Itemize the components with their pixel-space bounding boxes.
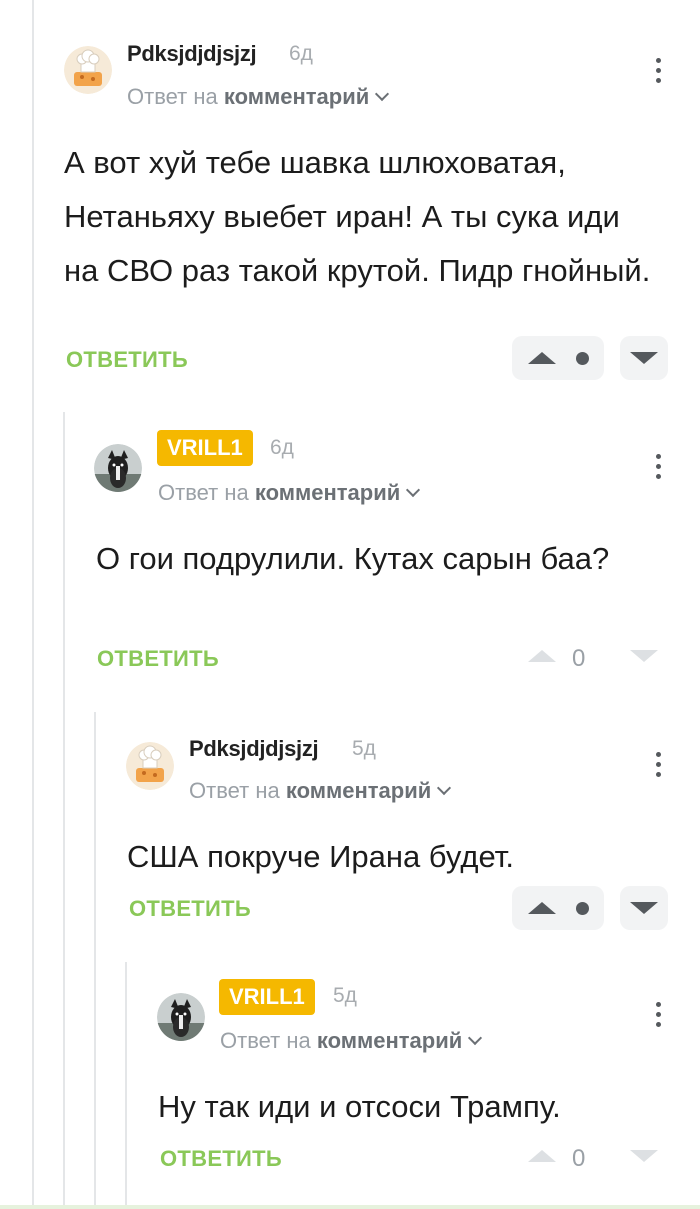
reply-to-target: комментарий — [316, 1028, 463, 1053]
more-options-icon[interactable] — [655, 1002, 661, 1032]
comment-age: 5д — [333, 984, 357, 1007]
bottom-divider — [0, 1205, 700, 1209]
reply-to-prefix: Ответ на — [220, 1028, 311, 1053]
rating-score: 0 — [572, 1145, 586, 1172]
reply-button[interactable]: ОТВЕТИТЬ — [160, 1146, 282, 1172]
downvote-icon[interactable] — [630, 1150, 658, 1162]
reply-to-link[interactable]: Ответ на комментарий — [220, 1028, 483, 1054]
comment-4: VRILL1 5д Ответ на комментарий Ну так ид… — [0, 0, 700, 1200]
chevron-down-icon — [468, 1030, 483, 1046]
dog-avatar-icon — [157, 993, 205, 1041]
author-badge[interactable]: VRILL1 — [219, 979, 315, 1015]
comment-text: Ну так иди и отсоси Трампу. — [158, 1089, 561, 1124]
avatar-dog[interactable] — [157, 993, 205, 1041]
upvote-icon[interactable] — [528, 1150, 556, 1162]
